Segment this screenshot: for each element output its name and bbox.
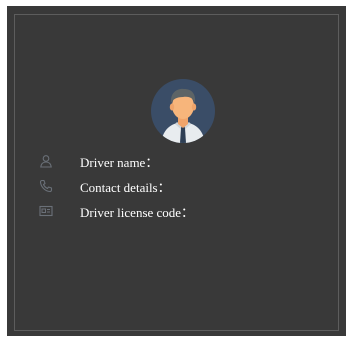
driver-name-label: Driver name：	[80, 154, 159, 170]
driver-license-code-label: Driver license code：	[80, 204, 195, 220]
driver-avatar	[151, 79, 215, 143]
driver-info-frame: Driver name： Contact details： Driver lic…	[14, 14, 339, 331]
phone-icon	[38, 178, 54, 194]
driver-info-card: Driver name： Contact details： Driver lic…	[7, 6, 346, 336]
id-card-icon	[38, 203, 54, 219]
person-icon	[38, 153, 54, 169]
contact-details-row: Contact details：	[38, 177, 171, 195]
contact-details-label: Contact details：	[80, 179, 171, 195]
driver-name-row: Driver name：	[38, 152, 158, 170]
driver-license-row: Driver license code：	[38, 202, 194, 220]
